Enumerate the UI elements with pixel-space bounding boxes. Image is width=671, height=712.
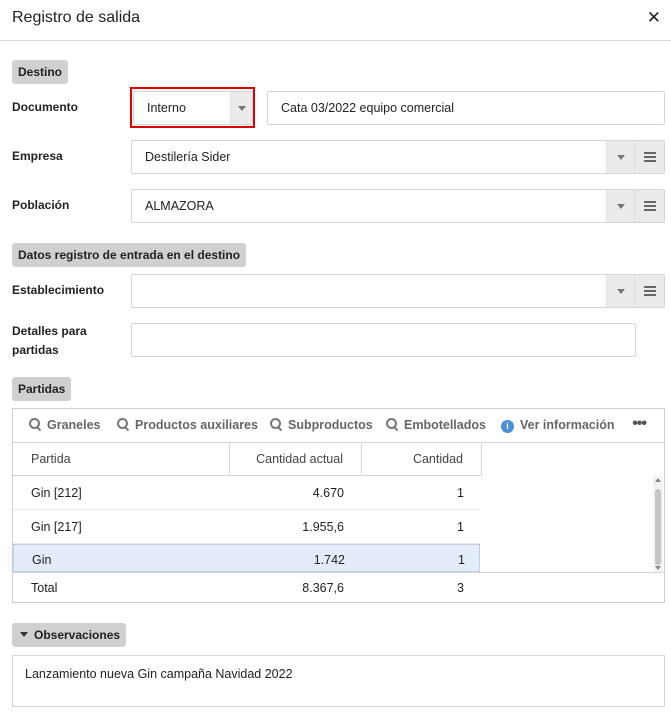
empresa-select[interactable]: Destilería Sider (131, 140, 665, 174)
partidas-grid: Graneles Productos auxiliares Subproduct… (12, 408, 665, 603)
scroll-down-icon[interactable] (655, 566, 661, 570)
search-icon (386, 418, 398, 430)
poblacion-label: Población (12, 198, 70, 212)
table-row[interactable]: Gin [217] 1.955,6 1 (13, 510, 480, 544)
toolbar-productos-auxiliares-button[interactable]: Productos auxiliares (117, 418, 258, 432)
establecimiento-label: Establecimiento (12, 283, 105, 297)
table-row-selected[interactable]: Gin 1.742 1 (13, 544, 480, 572)
column-header-cantidad[interactable]: Cantidad (362, 443, 482, 476)
detalles-input[interactable] (131, 323, 636, 357)
poblacion-list-button[interactable] (634, 190, 664, 222)
detalles-label-line2: partidas (12, 343, 59, 357)
toolbar-ver-informacion-button[interactable]: i Ver información (501, 418, 614, 433)
dialog-title: Registro de salida (12, 9, 141, 26)
menu-icon (644, 286, 656, 288)
section-observaciones-toggle[interactable]: Observaciones (12, 623, 127, 647)
documento-label: Documento (12, 100, 78, 114)
column-header-partida[interactable]: Partida (13, 443, 230, 476)
close-icon[interactable]: ✕ (647, 8, 661, 28)
grid-toolbar: Graneles Productos auxiliares Subproduct… (13, 409, 664, 443)
more-options-icon[interactable]: ••• (632, 415, 647, 433)
poblacion-select[interactable]: ALMAZORA (131, 189, 665, 223)
observaciones-textarea[interactable]: Lanzamiento nueva Gin campaña Navidad 20… (12, 655, 665, 707)
empresa-dropdown-button[interactable] (606, 141, 634, 173)
section-partidas: Partidas (12, 377, 72, 401)
observaciones-value: Lanzamiento nueva Gin campaña Navidad 20… (25, 667, 293, 681)
search-icon (270, 418, 282, 430)
establecimiento-dropdown-button[interactable] (606, 275, 634, 307)
scroll-up-icon[interactable] (655, 478, 661, 482)
empresa-label: Empresa (12, 149, 63, 163)
table-total-row: Total 8.367,6 3 (13, 572, 664, 602)
establecimiento-list-button[interactable] (634, 275, 664, 307)
search-icon (29, 418, 41, 430)
search-icon (117, 418, 129, 430)
chevron-down-icon (617, 155, 625, 160)
dialog-titlebar: Registro de salida ✕ (0, 0, 671, 41)
info-icon: i (501, 420, 514, 433)
toolbar-subproductos-button[interactable]: Subproductos (270, 418, 373, 432)
table-row[interactable]: Gin [212] 4.670 1 (13, 476, 480, 510)
documento-text-value: Cata 03/2022 equipo comercial (281, 101, 455, 115)
toolbar-graneles-button[interactable]: Graneles (29, 418, 101, 432)
section-destino: Destino (12, 60, 69, 84)
detalles-label-line1: Detalles para (12, 324, 87, 338)
section-datos-registro: Datos registro de entrada en el destino (12, 243, 247, 267)
column-header-cantidad-actual[interactable]: Cantidad actual (230, 443, 362, 476)
chevron-down-icon (617, 204, 625, 209)
scrollbar-thumb[interactable] (655, 489, 661, 565)
menu-icon (644, 201, 656, 203)
chevron-down-icon (617, 289, 625, 294)
toolbar-embotellados-button[interactable]: Embotellados (386, 418, 486, 432)
empresa-list-button[interactable] (634, 141, 664, 173)
poblacion-value: ALMAZORA (145, 199, 214, 213)
menu-icon (644, 152, 656, 154)
poblacion-dropdown-button[interactable] (606, 190, 634, 222)
grid-scrollbar[interactable] (653, 476, 663, 572)
collapse-triangle-icon (20, 632, 28, 637)
establecimiento-select[interactable] (131, 274, 665, 308)
documento-highlight-box (130, 87, 255, 128)
empresa-value: Destilería Sider (145, 150, 230, 164)
documento-text-input[interactable]: Cata 03/2022 equipo comercial (267, 91, 665, 125)
